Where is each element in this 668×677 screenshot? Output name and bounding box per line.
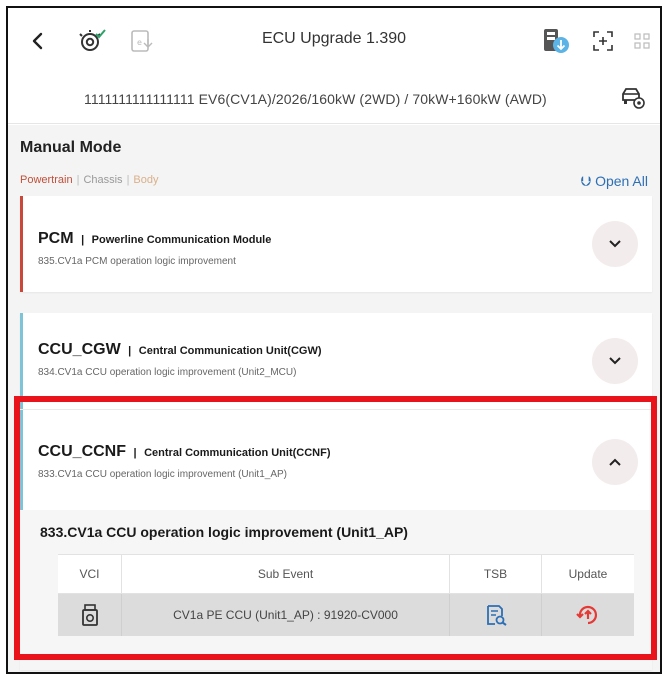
- module-separator: |: [125, 345, 135, 357]
- chevron-down-icon: [609, 357, 621, 365]
- filter-body[interactable]: Body: [133, 174, 158, 186]
- expand-toggle-button[interactable]: [592, 338, 638, 384]
- table-header: VCI Sub Event TSB Update: [58, 554, 634, 594]
- card-stripe: [20, 196, 23, 292]
- download-cloud-icon: [544, 29, 569, 53]
- module-card-ccu-cgw[interactable]: CCU_CGW | Central Communication Unit(CGW…: [20, 313, 652, 409]
- module-name: Central Communication Unit(CCNF): [144, 447, 331, 459]
- grid-icon: [634, 33, 650, 49]
- filter-separator: |: [126, 174, 130, 186]
- module-name: Powerline Communication Module: [91, 234, 272, 246]
- vci-device-icon: [81, 604, 98, 626]
- module-code: CCU_CGW: [38, 341, 121, 358]
- top-bar: e ECU Upgrade 1.390: [8, 8, 660, 74]
- category-filters: Powertrain | Chassis | Body: [20, 174, 159, 186]
- mode-title: Manual Mode: [20, 139, 122, 156]
- document-search-icon: [486, 605, 507, 626]
- filter-chassis[interactable]: Chassis: [83, 174, 122, 186]
- fullscreen-button[interactable]: [590, 28, 616, 54]
- sub-event-cell: CV1a PE CCU (Unit1_AP) : 91920-CV000: [122, 594, 450, 636]
- vehicle-info-bar: 1111111111111111 EV6(CV1A)/2026/160kW (2…: [8, 74, 660, 124]
- chevron-down-icon: [609, 240, 621, 248]
- card-stripe: [20, 313, 23, 409]
- open-all-button[interactable]: ⮋ Open All: [581, 173, 648, 190]
- module-code: PCM: [38, 230, 74, 247]
- filter-powertrain[interactable]: Powertrain: [20, 174, 73, 186]
- chevron-up-icon: [609, 458, 621, 466]
- update-upload-icon: [576, 605, 597, 625]
- module-code: CCU_CCNF: [38, 443, 126, 460]
- fullscreen-icon: [593, 31, 613, 51]
- tsb-button[interactable]: [450, 594, 542, 636]
- app-window: e ECU Upgrade 1.390 1111111111111111 EV6…: [6, 6, 662, 674]
- download-button[interactable]: [540, 28, 572, 54]
- module-separator: |: [130, 447, 140, 459]
- grid-button[interactable]: [632, 28, 652, 54]
- table-row[interactable]: CV1a PE CCU (Unit1_AP) : 91920-CV000: [58, 594, 634, 636]
- open-all-label: Open All: [595, 173, 648, 189]
- col-update: Update: [568, 567, 608, 581]
- module-sub: 835.CV1a PCM operation logic improvement: [38, 256, 236, 267]
- double-chevron-down-icon: ⮋: [580, 173, 592, 189]
- module-card-ccu-ccnf[interactable]: CCU_CCNF | Central Communication Unit(CC…: [20, 410, 652, 670]
- update-button[interactable]: [542, 594, 634, 636]
- filter-separator: |: [76, 174, 80, 186]
- module-sub: 834.CV1a CCU operation logic improvement…: [38, 367, 297, 378]
- vci-cell[interactable]: [58, 594, 122, 636]
- expand-toggle-button[interactable]: [592, 221, 638, 267]
- col-vci: VCI: [58, 555, 122, 593]
- module-name: Central Communication Unit(CGW): [138, 345, 322, 357]
- collapse-toggle-button[interactable]: [592, 439, 638, 485]
- col-sub-event: Sub Event: [122, 555, 450, 593]
- car-settings-icon: [622, 88, 645, 109]
- car-settings-button[interactable]: [620, 86, 646, 115]
- vehicle-info: 1111111111111111 EV6(CV1A)/2026/160kW (2…: [84, 91, 547, 107]
- sub-event-table: VCI Sub Event TSB Update CV1a PE CCU (Un…: [58, 554, 634, 636]
- module-separator: |: [78, 234, 88, 246]
- module-sub: 833.CV1a CCU operation logic improvement…: [38, 469, 288, 480]
- module-card-pcm[interactable]: PCM | Powerline Communication Module 835…: [20, 196, 652, 292]
- col-tsb: TSB: [450, 555, 542, 593]
- main-content: Manual Mode Powertrain | Chassis | Body ⮋ Op…: [8, 125, 660, 672]
- detail-title: 833.CV1a CCU operation logic improvement…: [40, 524, 408, 540]
